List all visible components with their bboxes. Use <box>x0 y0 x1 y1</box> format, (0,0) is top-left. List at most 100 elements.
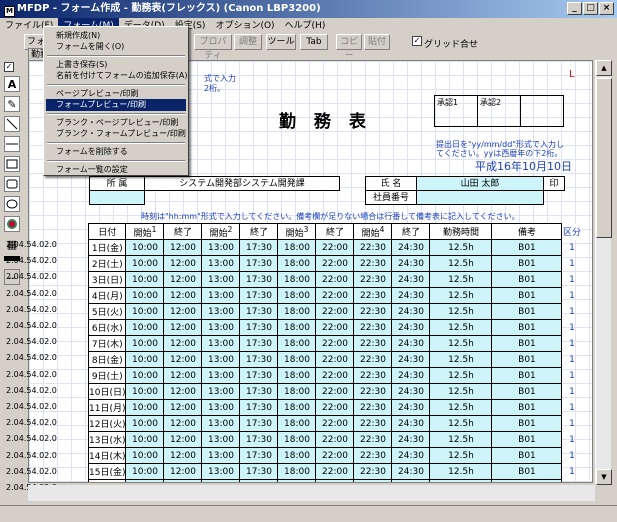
notes-cell[interactable]: B01 <box>491 447 563 464</box>
time-cell[interactable]: 24:30 <box>391 271 431 288</box>
category-cell[interactable]: 1 <box>562 448 582 464</box>
time-cell[interactable]: 22:30 <box>353 383 393 400</box>
time-cell[interactable]: 18:00 <box>277 271 317 288</box>
notes-cell[interactable]: B01 <box>491 463 563 480</box>
toolbox-checkbox[interactable]: ✓ <box>4 62 14 72</box>
line-tool-icon[interactable] <box>4 116 20 132</box>
time-cell[interactable]: 18:00 <box>277 335 317 352</box>
time-cell[interactable]: 22:00 <box>315 383 355 400</box>
time-cell[interactable]: 10:00 <box>125 239 165 256</box>
time-cell[interactable]: 22:00 <box>315 319 355 336</box>
time-cell[interactable]: 12:00 <box>163 415 203 432</box>
time-cell[interactable]: 12:00 <box>163 303 203 320</box>
time-cell[interactable]: 22:00 <box>315 271 355 288</box>
time-cell[interactable]: 24:30 <box>391 351 431 368</box>
time-cell[interactable]: 24:30 <box>391 335 431 352</box>
time-cell[interactable]: 10:00 <box>125 399 165 416</box>
time-cell[interactable]: 10:00 <box>125 367 165 384</box>
time-cell[interactable]: 17:30 <box>239 463 279 480</box>
time-cell[interactable]: 22:30 <box>353 255 393 272</box>
empno-value[interactable] <box>416 190 544 205</box>
notes-cell[interactable]: B01 <box>491 399 563 416</box>
time-cell[interactable]: 12:00 <box>163 479 203 482</box>
tools-button[interactable]: ツール <box>266 34 296 50</box>
time-cell[interactable]: 17:30 <box>239 287 279 304</box>
time-cell[interactable]: 22:00 <box>315 287 355 304</box>
time-cell[interactable]: 13:00 <box>201 335 241 352</box>
time-cell[interactable]: 22:30 <box>353 399 393 416</box>
work-hours-cell[interactable]: 12.5h <box>429 431 493 448</box>
properties-button[interactable]: プロパティ <box>194 34 232 61</box>
time-cell[interactable]: 22:00 <box>315 335 355 352</box>
time-cell[interactable]: 12:00 <box>163 239 203 256</box>
time-cell[interactable]: 22:00 <box>315 255 355 272</box>
work-hours-cell[interactable]: 12.5h <box>429 239 493 256</box>
time-cell[interactable]: 24:30 <box>391 431 431 448</box>
menu-item-open[interactable]: フォームを開く(O) <box>46 41 186 53</box>
time-cell[interactable]: 10:00 <box>125 447 165 464</box>
tab-button[interactable]: Tab <box>300 34 328 50</box>
time-cell[interactable]: 22:30 <box>353 463 393 480</box>
work-hours-cell[interactable]: 12.5h <box>429 399 493 416</box>
category-cell[interactable]: 1 <box>562 256 582 272</box>
seal-box[interactable]: 印 <box>543 176 565 191</box>
time-cell[interactable]: 24:30 <box>391 239 431 256</box>
time-cell[interactable]: 12:00 <box>163 255 203 272</box>
time-cell[interactable]: 22:30 <box>353 271 393 288</box>
close-button[interactable]: × <box>599 2 614 15</box>
time-cell[interactable]: 10:00 <box>125 319 165 336</box>
time-cell[interactable]: 22:00 <box>315 367 355 384</box>
time-cell[interactable]: 17:30 <box>239 255 279 272</box>
time-cell[interactable]: 18:00 <box>277 383 317 400</box>
time-cell[interactable]: 17:30 <box>239 351 279 368</box>
work-hours-cell[interactable]: 12.5h <box>429 367 493 384</box>
time-cell[interactable]: 12:00 <box>163 383 203 400</box>
time-cell[interactable]: 17:30 <box>239 399 279 416</box>
work-hours-cell[interactable]: 12.5h <box>429 415 493 432</box>
menu-item-blank-form-preview[interactable]: ブランク・フォームプレビュー/印刷 <box>46 128 186 140</box>
time-cell[interactable]: 17:30 <box>239 319 279 336</box>
approval-box-3[interactable] <box>520 95 564 127</box>
category-cell[interactable]: 1 <box>562 320 582 336</box>
time-cell[interactable]: 13:00 <box>201 463 241 480</box>
category-cell[interactable]: 1 <box>562 288 582 304</box>
time-cell[interactable]: 24:30 <box>391 255 431 272</box>
time-cell[interactable]: 10:00 <box>125 303 165 320</box>
time-cell[interactable]: 10:00 <box>125 351 165 368</box>
time-cell[interactable]: 24:30 <box>391 367 431 384</box>
time-cell[interactable]: 24:30 <box>391 463 431 480</box>
time-cell[interactable]: 17:30 <box>239 431 279 448</box>
time-cell[interactable]: 10:00 <box>125 431 165 448</box>
time-cell[interactable]: 12:00 <box>163 367 203 384</box>
approval-box-2[interactable]: 承認2 <box>477 95 521 127</box>
time-cell[interactable]: 10:00 <box>125 463 165 480</box>
work-hours-cell[interactable]: 12.5h <box>429 319 493 336</box>
time-cell[interactable]: 12:00 <box>163 431 203 448</box>
time-cell[interactable]: 22:00 <box>315 351 355 368</box>
time-cell[interactable]: 22:00 <box>315 415 355 432</box>
pen-tool-icon[interactable]: ✎ <box>4 96 20 112</box>
approval-box-1[interactable]: 承認1 <box>434 95 478 127</box>
dept-value[interactable]: システム開発部システム開発課 <box>144 176 340 191</box>
scroll-thumb[interactable] <box>596 78 612 238</box>
time-cell[interactable]: 18:00 <box>277 447 317 464</box>
vertical-scrollbar[interactable]: ▲ ▼ <box>595 60 612 485</box>
notes-cell[interactable]: B01 <box>491 287 563 304</box>
time-cell[interactable]: 22:30 <box>353 367 393 384</box>
time-cell[interactable]: 13:00 <box>201 415 241 432</box>
notes-cell[interactable]: B01 <box>491 303 563 320</box>
grid-snap-checkbox[interactable]: ✓ <box>412 36 422 46</box>
time-cell[interactable]: 13:00 <box>201 287 241 304</box>
category-cell[interactable]: 1 <box>562 240 582 256</box>
time-cell[interactable]: 18:00 <box>277 367 317 384</box>
menu-help[interactable]: ヘルプ(H) <box>280 18 331 34</box>
ellipse-tool-icon[interactable] <box>4 196 20 212</box>
notes-cell[interactable]: B01 <box>491 367 563 384</box>
work-hours-cell[interactable]: 12.5h <box>429 383 493 400</box>
time-cell[interactable]: 10:00 <box>125 383 165 400</box>
time-cell[interactable]: 10:00 <box>125 415 165 432</box>
notes-cell[interactable]: B01 <box>491 431 563 448</box>
notes-cell[interactable]: B01 <box>491 271 563 288</box>
time-cell[interactable]: 12:00 <box>163 335 203 352</box>
work-hours-cell[interactable]: 12.5h <box>429 287 493 304</box>
